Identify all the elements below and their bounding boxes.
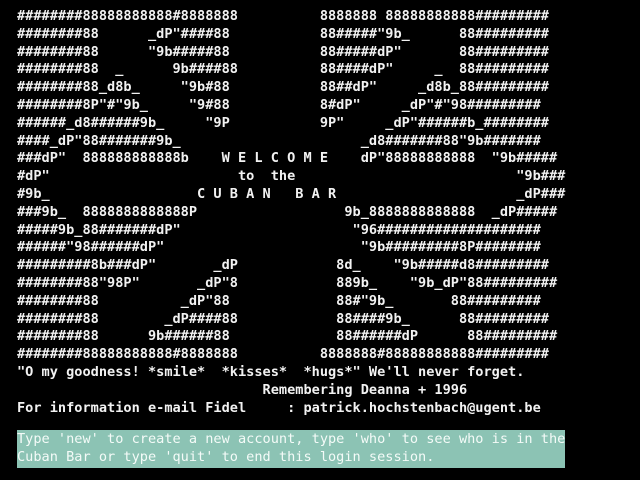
contact-info-text: For information e-mail Fidel : patrick.h… [17, 399, 541, 416]
login-prompt-line: Type 'new' to create a new account, type… [17, 431, 566, 447]
ascii-art-line: ########88 _dP"88 88#"9b_ 88######### [17, 292, 541, 309]
ascii-art-line: ########88888888888#8888888 8888888#8888… [17, 346, 549, 363]
ascii-art-line: ###dP" 888888888888b W E L C O M E dP"88… [17, 150, 558, 167]
ascii-art-line: ########88"98P" _dP"8 889b_ "9b_dP"88###… [17, 274, 558, 291]
ascii-art-line: ########88 _dP"####88 88#####"9b_ 88####… [17, 25, 549, 42]
tagline-text: "O my goodness! *smile* *kisses* *hugs*"… [17, 363, 525, 380]
info-messages: "O my goodness! *smile* *kisses* *hugs*"… [17, 364, 637, 417]
login-prompt-line: Cuban Bar or type 'quit' to end this log… [17, 448, 435, 465]
ascii-art-line: #####9b_88#######dP" "96################… [17, 221, 541, 238]
memorial-text: Remembering Deanna + 1996 [17, 381, 468, 398]
login-prompt: Type 'new' to create a new account, type… [17, 430, 566, 468]
ascii-art-line: ########88888888888#8888888 8888888 8888… [17, 8, 549, 24]
ascii-art-line: #########8b###dP" _dP 8d_ "9b#####d8####… [17, 257, 549, 274]
ascii-art-line: #dP" to the "9b### [17, 168, 566, 185]
ascii-art-line: ######"98######dP" "9b#########8P#######… [17, 239, 541, 256]
terminal-window: ########88888888888#8888888 8888888 8888… [17, 8, 637, 417]
ascii-banner: ########88888888888#8888888 8888888 8888… [17, 8, 637, 364]
ascii-art-line: ####_dP"88#######9b_ _d8#######88"9b####… [17, 132, 541, 149]
ascii-art-line: ######_d8######9b_ "9P 9P" _dP"######b_#… [17, 114, 549, 131]
ascii-art-line: ########88_d8b_ "9b#88 88##dP" _d8b_88##… [17, 79, 549, 96]
ascii-art-line: ########8P"#"9b_ "9#88 8#dP" _dP"#"98###… [17, 96, 541, 113]
ascii-art-line: ########88 _dP####88 88####9b_ 88#######… [17, 310, 549, 327]
ascii-art-line: ########88 _ 9b####88 88####dP" _ 88####… [17, 61, 549, 78]
ascii-art-line: ########88 9b######88 88######dP 88#####… [17, 328, 558, 345]
ascii-art-line: #9b_ C U B A N B A R _dP### [17, 185, 566, 202]
ascii-art-line: ########88 "9b#####88 88#####dP" 88#####… [17, 43, 549, 60]
ascii-art-line: ###9b_ 8888888888888P 9b_8888888888888 _… [17, 203, 558, 220]
